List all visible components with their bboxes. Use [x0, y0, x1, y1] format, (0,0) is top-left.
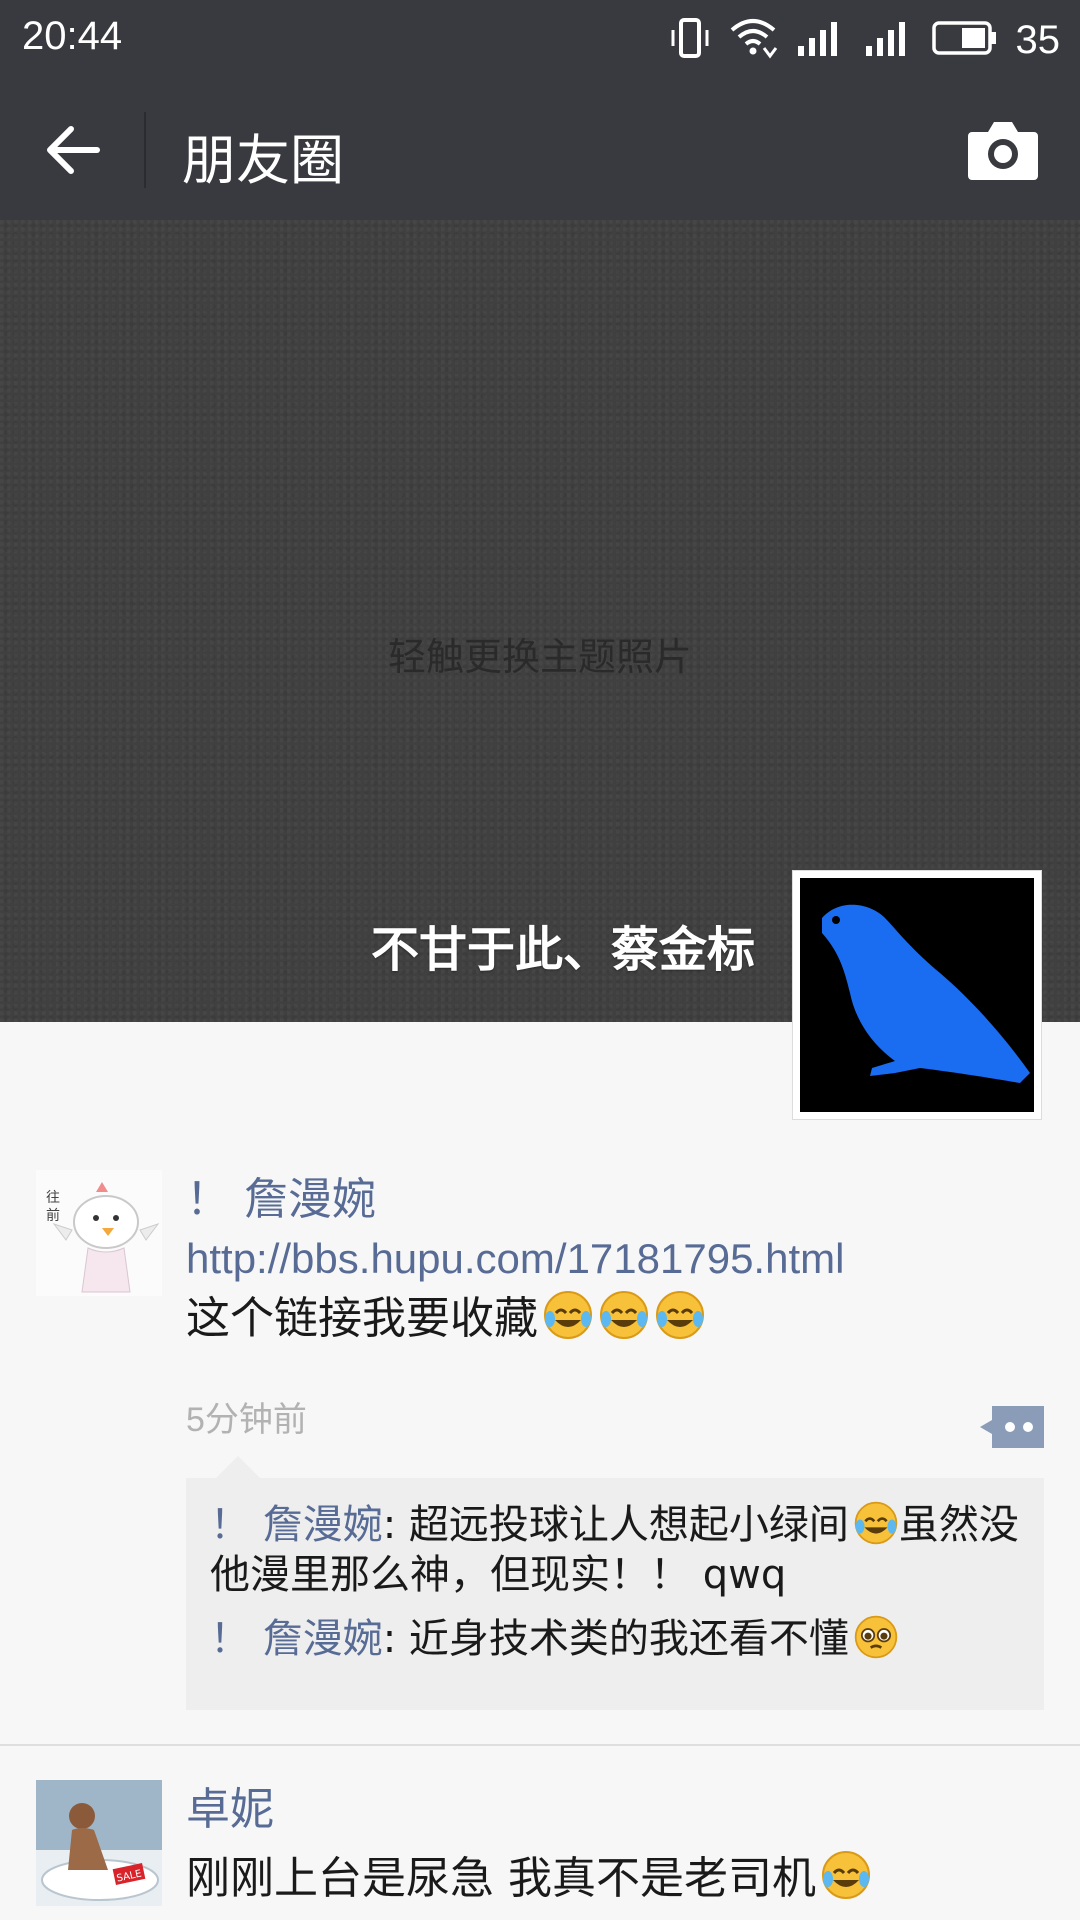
post-text: 这个链接我要收藏	[186, 1288, 1044, 1350]
post-text-content: 这个链接我要收藏	[186, 1293, 538, 1344]
status-time: 20:44	[22, 14, 123, 58]
profile-name[interactable]: 不甘于此、蔡金标	[371, 910, 755, 980]
moment-post: 往 前 ！ 詹漫婉 http://bbs.hupu.com/17181795.h…	[0, 1170, 1080, 1750]
avatar[interactable]: 往 前	[36, 1170, 162, 1296]
laughing-crying-emoji	[542, 1289, 594, 1341]
laughing-crying-emoji	[820, 1849, 872, 1901]
signal-icon	[864, 18, 914, 62]
cover-change-hint: 轻触更换主题照片	[387, 635, 692, 679]
post-body: ！ 詹漫婉 http://bbs.hupu.com/17181795.html …	[186, 1170, 1044, 1350]
more-dots-icon	[980, 1406, 1044, 1448]
moment-post: SALE 卓妮 刚刚上台是尿急 我真不是老司机	[0, 1780, 1080, 1920]
comment-more-button[interactable]	[978, 1404, 1044, 1450]
comment-list-arrow	[216, 1456, 260, 1478]
post-author-name[interactable]: 卓妮	[186, 1780, 1044, 1840]
post-text-content: 刚刚上台是尿急 我真不是老司机	[186, 1853, 816, 1904]
camera-icon	[968, 122, 1038, 180]
laughing-crying-emoji	[654, 1289, 706, 1341]
camera-button[interactable]	[966, 114, 1040, 186]
post-body: 卓妮 刚刚上台是尿急 我真不是老司机	[186, 1780, 1044, 1910]
svg-text:往: 往	[46, 1190, 60, 1206]
vibrate-icon	[670, 16, 710, 64]
comment-item[interactable]: ！ 詹漫婉: 超远投球让人想起小绿间 虽然没他漫里那么神，但现实！！ qwq	[210, 1500, 1020, 1600]
back-arrow-icon	[47, 126, 100, 174]
post-divider	[0, 1744, 1080, 1746]
signal-icon	[796, 18, 846, 62]
person-avatar-image: SALE	[36, 1780, 162, 1906]
post-link[interactable]: http://bbs.hupu.com/17181795.html	[186, 1230, 1044, 1288]
battery-percent: 35	[1015, 17, 1061, 62]
avatar[interactable]: SALE	[36, 1780, 162, 1906]
bird-avatar-image	[800, 878, 1034, 1112]
profile-avatar[interactable]	[792, 870, 1042, 1120]
laughing-crying-emoji	[598, 1289, 650, 1341]
comment-text: 超远投球让人想起小绿间	[408, 1502, 849, 1548]
post-text: 刚刚上台是尿急 我真不是老司机	[186, 1848, 1044, 1910]
page-title: 朋友圈	[182, 129, 344, 192]
battery-icon	[931, 20, 998, 60]
nav-bar: 朋友圈	[0, 80, 1080, 220]
comment-item[interactable]: ！ 詹漫婉: 近身技术类的我还看不懂	[210, 1614, 1020, 1664]
wifi-icon	[728, 16, 778, 64]
nav-divider	[144, 112, 146, 188]
back-button[interactable]	[38, 120, 108, 180]
status-bar: 20:44 35	[0, 0, 1080, 80]
comment-author[interactable]: ！ 詹漫婉	[210, 1502, 383, 1548]
status-icons: 35	[670, 12, 1061, 68]
post-time: 5分钟前	[186, 1401, 307, 1439]
comment-text: 近身技术类的我还看不懂	[408, 1616, 849, 1662]
comment-author[interactable]: ！ 詹漫婉	[210, 1616, 383, 1662]
chick-avatar-image: 往 前	[36, 1170, 162, 1296]
laughing-crying-emoji	[853, 1500, 899, 1546]
svg-text:前: 前	[46, 1207, 60, 1224]
post-author-name[interactable]: ！ 詹漫婉	[186, 1170, 1044, 1230]
pleading-emoji	[853, 1614, 899, 1660]
comment-list: ！ 詹漫婉: 超远投球让人想起小绿间 虽然没他漫里那么神，但现实！！ qwq ！ …	[186, 1456, 1044, 1710]
